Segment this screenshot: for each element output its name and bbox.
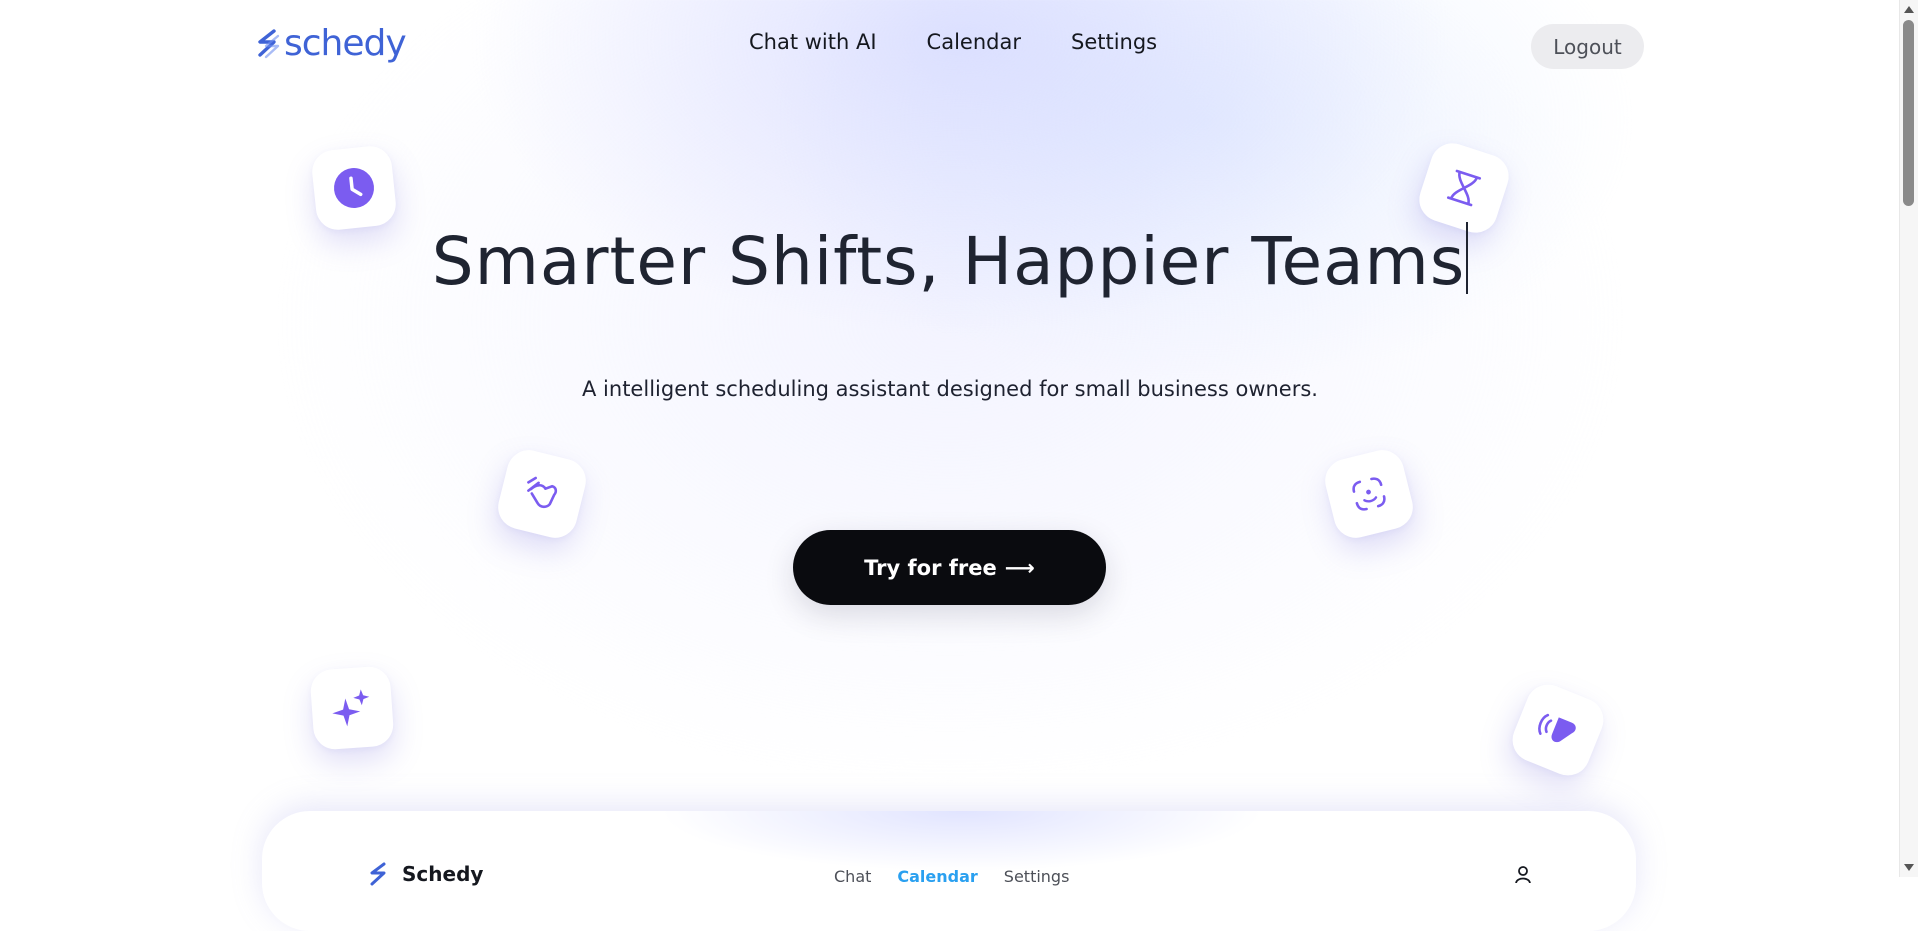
text-caret [1466, 222, 1469, 294]
try-for-free-button[interactable]: Try for free ⟶ [793, 530, 1106, 605]
hero-title: Smarter Shifts, Happier Teams [0, 222, 1900, 300]
landing-page: schedy Chat with AI Calendar Settings Lo… [0, 0, 1900, 931]
preview-brand-name: Schedy [402, 862, 484, 886]
badge-sparkles [309, 665, 395, 751]
badge-clock [310, 144, 398, 232]
brand-logo[interactable]: schedy [252, 23, 407, 64]
scroll-thumb[interactable] [1903, 20, 1914, 206]
hero-subtitle: A intelligent scheduling assistant desig… [582, 377, 1318, 401]
nav-settings[interactable]: Settings [1071, 30, 1157, 54]
app-preview-card: Schedy Chat Calendar Settings [262, 811, 1636, 931]
nav-calendar[interactable]: Calendar [927, 30, 1021, 54]
nav-chat-with-ai[interactable]: Chat with AI [749, 30, 877, 54]
preview-brand: Schedy [366, 861, 483, 887]
hero-title-text: Smarter Shifts, Happier Teams [431, 223, 1466, 300]
main-nav: Chat with AI Calendar Settings [749, 30, 1157, 54]
arrow-right-icon: ⟶ [1004, 555, 1035, 580]
preview-logo-icon [370, 862, 386, 886]
tap-hand-icon [527, 476, 558, 509]
badge-face-scan [1320, 445, 1418, 543]
badge-tap-hand [493, 445, 591, 543]
badge-voice-tag [1505, 677, 1611, 783]
logo-mark-icon [258, 29, 280, 59]
clock-icon [334, 168, 374, 208]
cta-label: Try for free [864, 555, 997, 580]
sparkles-icon [332, 689, 370, 727]
scroll-up-arrow-icon[interactable] [1904, 6, 1914, 13]
user-icon[interactable] [1514, 865, 1532, 883]
logout-button[interactable]: Logout [1531, 24, 1644, 69]
face-scan-icon [1352, 477, 1386, 511]
hourglass-icon [1446, 169, 1482, 207]
brand-name: schedy [284, 23, 407, 64]
scroll-down-arrow-icon[interactable] [1904, 864, 1914, 871]
voice-tag-icon [1538, 713, 1576, 743]
vertical-scrollbar[interactable] [1899, 0, 1918, 877]
